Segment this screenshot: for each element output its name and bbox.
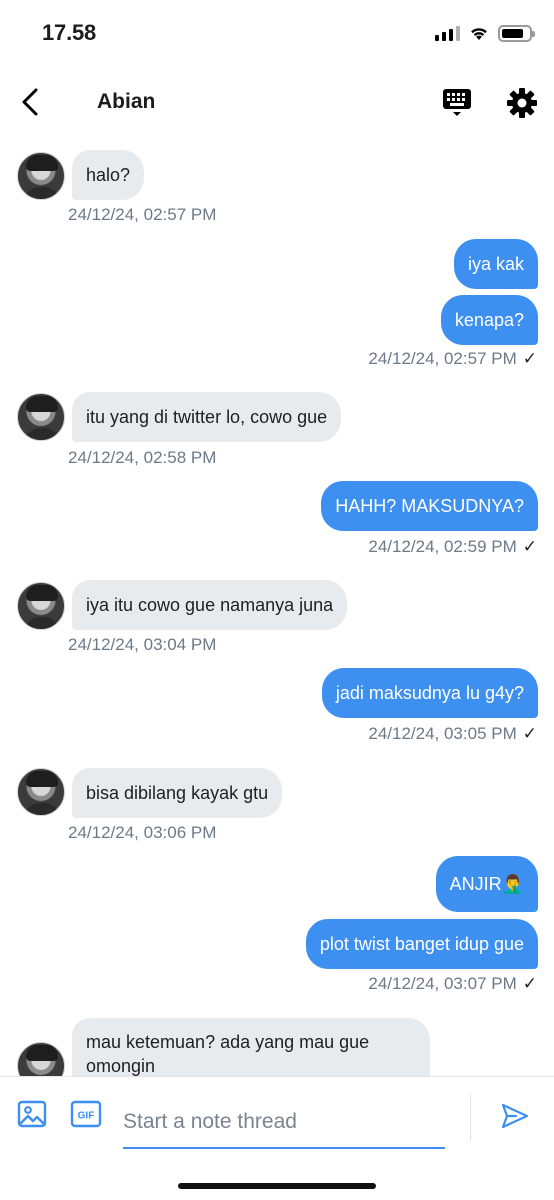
message-timestamp: 24/12/24, 03:07 PM <box>368 974 517 993</box>
chevron-left-icon <box>22 88 38 116</box>
message-timestamp: 24/12/24, 03:06 PM <box>68 823 217 842</box>
avatar[interactable] <box>17 768 65 816</box>
message-text: mau ketemuan? ada yang mau gue omongin <box>86 1032 370 1076</box>
gif-icon-label: GIF <box>78 1111 95 1122</box>
conversation-header: Abian <box>0 72 554 132</box>
composer-bar: GIF <box>0 1076 554 1166</box>
message-bubble-outgoing[interactable]: jadi maksudnya lu g4y? <box>321 668 538 718</box>
message-text: HAHH? MAKSUDNYA? <box>335 496 524 516</box>
avatar[interactable] <box>17 393 65 441</box>
wifi-icon <box>471 28 487 40</box>
message-bubble-outgoing[interactable]: HAHH? MAKSUDNYA? <box>321 481 538 531</box>
message-bubble-incoming[interactable]: itu yang di twitter lo, cowo gue <box>72 392 342 442</box>
keyboard-icon <box>443 89 471 116</box>
status-bar: 17.58 <box>0 0 554 66</box>
send-button[interactable] <box>500 1101 530 1131</box>
message-timestamp: 24/12/24, 02:57 PM <box>368 349 517 368</box>
message-text: halo? <box>86 165 131 185</box>
message-text: bisa dibilang kayak gtu <box>86 783 269 803</box>
message-bubble-incoming[interactable]: bisa dibilang kayak gtu <box>72 768 283 818</box>
message-text: plot twist banget idup gue <box>319 934 524 954</box>
send-icon <box>501 1103 529 1129</box>
message-text: ANJIR🤦‍♂️ <box>449 874 524 894</box>
message-text: itu yang di twitter lo, cowo gue <box>86 407 328 427</box>
message-bubble-incoming[interactable]: halo? <box>72 150 145 200</box>
attach-gif-button[interactable]: GIF <box>70 1099 102 1129</box>
delivered-check-icon: ✓ <box>522 724 537 743</box>
gif-icon: GIF <box>70 1100 102 1128</box>
back-button[interactable] <box>14 82 48 122</box>
message-timestamp: 24/12/24, 02:57 PM <box>68 205 217 224</box>
message-bubble-outgoing[interactable]: ANJIR🤦‍♂️ <box>435 856 538 912</box>
battery-icon <box>498 24 535 42</box>
message-meta: 24/12/24, 03:07 PM ✓ <box>368 974 537 994</box>
message-bubble-outgoing[interactable]: iya kak <box>453 239 538 289</box>
avatar[interactable] <box>17 582 65 630</box>
image-icon <box>17 1100 47 1128</box>
message-bubble-outgoing[interactable]: plot twist banget idup gue <box>305 919 538 969</box>
status-icons <box>435 22 535 44</box>
message-timestamp: 24/12/24, 02:59 PM <box>368 537 517 556</box>
message-timestamp: 24/12/24, 03:04 PM <box>68 635 217 654</box>
message-text: iya kak <box>467 254 524 274</box>
message-meta: 24/12/24, 02:57 PM ✓ <box>368 349 537 369</box>
message-text: kenapa? <box>454 310 524 330</box>
gear-icon <box>507 88 537 118</box>
settings-button[interactable] <box>505 86 539 120</box>
delivered-check-icon: ✓ <box>522 349 537 368</box>
dm-screen: 17.58 Abian halo? 24/12/24, 02:57 PM iya… <box>0 0 554 1200</box>
message-bubble-incoming[interactable]: mau ketemuan? ada yang mau gue omongin <box>72 1018 430 1076</box>
avatar[interactable] <box>17 152 65 200</box>
delivered-check-icon: ✓ <box>522 974 537 993</box>
message-timestamp: 24/12/24, 03:05 PM <box>368 724 517 743</box>
message-bubble-incoming[interactable]: iya itu cowo gue namanya juna <box>72 580 348 630</box>
message-timestamp: 24/12/24, 02:58 PM <box>68 448 217 467</box>
note-thread-input[interactable] <box>123 1097 445 1149</box>
avatar[interactable] <box>17 1042 65 1076</box>
home-indicator[interactable] <box>178 1183 376 1189</box>
attach-image-button[interactable] <box>17 1099 47 1129</box>
conversation-title: Abian <box>97 90 156 113</box>
message-text: iya itu cowo gue namanya juna <box>86 595 334 615</box>
keyboard-shortcuts-button[interactable] <box>440 86 474 120</box>
cellular-signal-icon <box>435 25 460 41</box>
status-time: 17.58 <box>42 20 97 45</box>
delivered-check-icon: ✓ <box>522 537 537 556</box>
message-list[interactable]: halo? 24/12/24, 02:57 PM iya kak kenapa?… <box>0 132 554 1076</box>
message-text: jadi maksudnya lu g4y? <box>335 683 524 703</box>
message-meta: 24/12/24, 02:59 PM ✓ <box>368 537 537 557</box>
composer-divider <box>470 1093 471 1141</box>
message-bubble-outgoing[interactable]: kenapa? <box>440 295 538 345</box>
message-meta: 24/12/24, 03:05 PM ✓ <box>368 724 537 744</box>
